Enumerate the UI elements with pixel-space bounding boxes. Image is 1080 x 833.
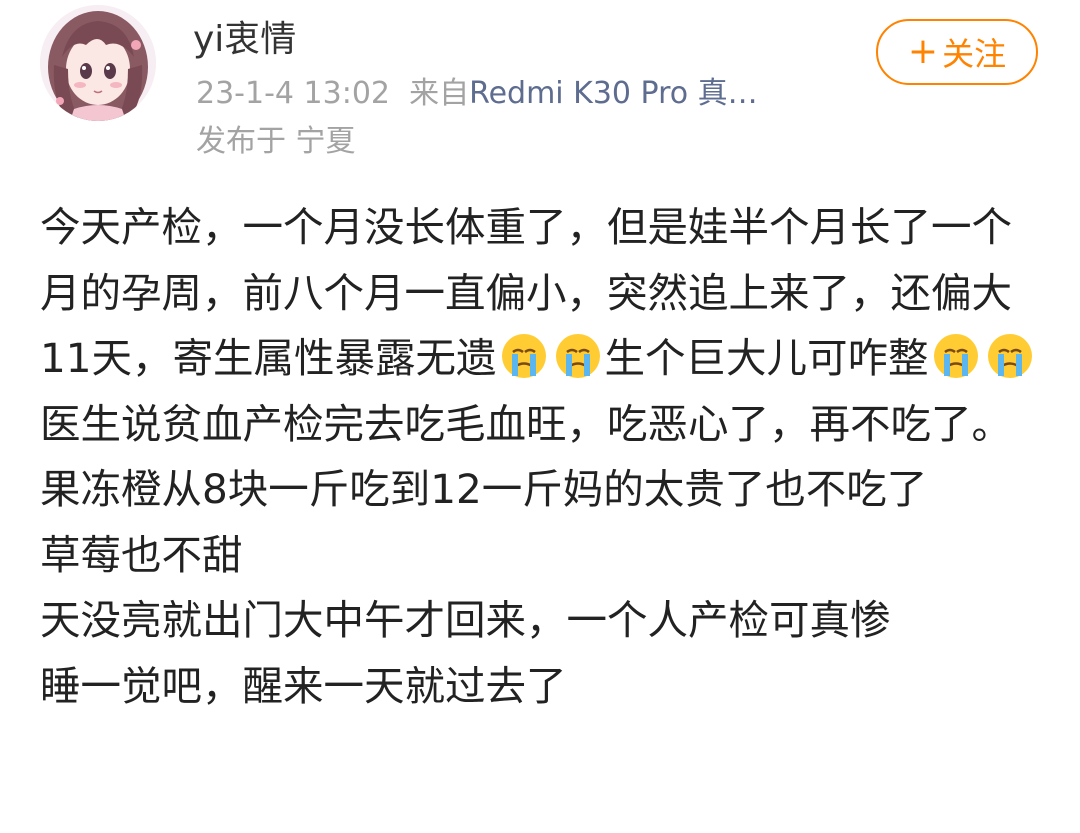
avatar-illustration	[40, 5, 156, 121]
plus-icon: +	[907, 31, 939, 72]
post-content: 今天产检，一个月没长体重了，但是娃半个月长了一个月的孕周，前八个月一直偏小，突然…	[40, 195, 1050, 719]
follow-label: 关注	[942, 35, 1007, 73]
content-paragraph: 睡一觉吧，醒来一天就过去了	[40, 661, 567, 710]
content-paragraph: 医生说贫血产检完去吃毛血旺，吃恶心了，再不吃了。	[40, 399, 1012, 448]
user-avatar[interactable]	[40, 5, 156, 121]
crying-face-icon	[933, 334, 978, 378]
post-source-device[interactable]: Redmi K30 Pro 真…	[469, 76, 758, 111]
source-prefix: 来自	[409, 76, 470, 111]
crying-face-icon	[987, 334, 1032, 378]
content-paragraph: 天没亮就出门大中午才回来，一个人产检可真惨	[40, 596, 891, 644]
crying-face-icon	[501, 334, 546, 378]
content-paragraph: 草莓也不甜	[40, 530, 243, 579]
follow-button[interactable]: + 关注	[876, 19, 1038, 85]
post-time: 23-1-4 13:02	[196, 76, 390, 111]
username[interactable]: yi衷情	[193, 16, 296, 64]
post-location: 发布于 宁夏	[196, 124, 356, 159]
crying-face-icon	[555, 334, 600, 378]
post-meta: 23-1-4 13:02 来自Redmi K30 Pro 真…	[196, 74, 758, 114]
content-paragraph: 今天产检，一个月没长体重了，但是娃半个月长了一个月的孕周，前八个月一直偏小，突然…	[40, 195, 1050, 392]
content-paragraph: 果冻橙从8块一斤吃到12一斤妈的太贵了也不吃了	[40, 465, 928, 513]
content-text: 生个巨大儿可咋整	[604, 334, 929, 382]
